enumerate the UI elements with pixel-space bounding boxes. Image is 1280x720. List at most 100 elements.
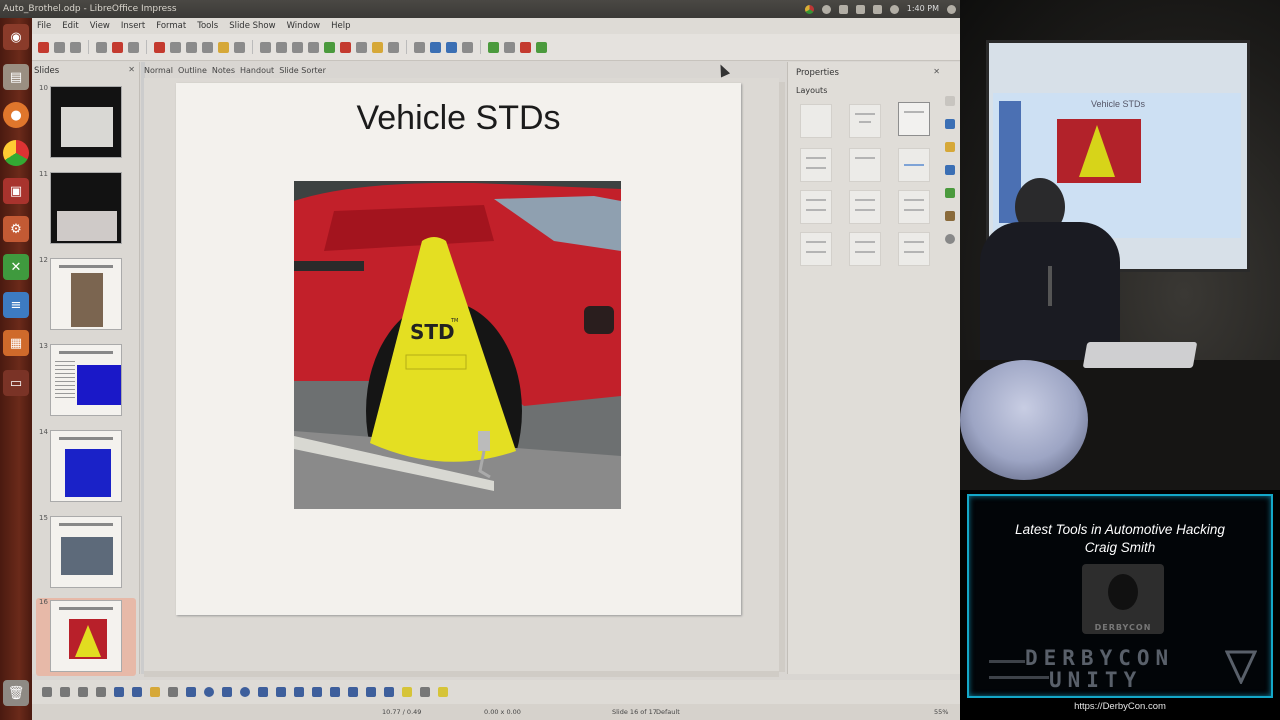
- select-icon[interactable]: [42, 687, 52, 697]
- gallery-icon[interactable]: [945, 165, 955, 175]
- menu-tools[interactable]: Tools: [197, 21, 218, 31]
- connector-icon[interactable]: [168, 687, 178, 697]
- vertical-scrollbar[interactable]: [779, 82, 785, 672]
- cut-icon[interactable]: [154, 41, 165, 53]
- tab-notes[interactable]: Notes: [212, 66, 235, 75]
- layout-centered-text[interactable]: [898, 148, 930, 182]
- block-arrows-icon[interactable]: [258, 687, 268, 697]
- stars-icon[interactable]: [312, 687, 322, 697]
- close-icon[interactable]: ✕: [128, 65, 135, 74]
- trash-icon[interactable]: 🗑: [3, 680, 29, 706]
- horizontal-scrollbar[interactable]: [144, 671, 779, 677]
- layout-title-only[interactable]: [849, 148, 881, 182]
- menu-view[interactable]: View: [90, 21, 110, 31]
- close-icon[interactable]: ✕: [933, 67, 940, 76]
- paste-icon[interactable]: [186, 41, 197, 53]
- rotate-icon[interactable]: [348, 687, 358, 697]
- new-icon[interactable]: [38, 41, 49, 53]
- properties-deck-icon[interactable]: [945, 96, 955, 106]
- redo-icon[interactable]: [234, 41, 245, 53]
- align-icon[interactable]: [366, 687, 376, 697]
- calc-icon[interactable]: ✕: [3, 254, 29, 280]
- table-icon[interactable]: [388, 41, 399, 53]
- menu-file[interactable]: File: [37, 21, 51, 31]
- fontwork-icon[interactable]: [372, 41, 383, 53]
- tab-normal[interactable]: Normal: [144, 66, 173, 75]
- slide-show-icon[interactable]: [430, 41, 441, 53]
- layout-vertical[interactable]: [898, 232, 930, 266]
- files-icon[interactable]: ▤: [3, 64, 29, 90]
- line-icon[interactable]: [114, 687, 124, 697]
- layout-six-content[interactable]: [849, 232, 881, 266]
- sync-icon[interactable]: [821, 4, 831, 14]
- layout-blank[interactable]: [800, 104, 832, 138]
- save-icon[interactable]: [70, 41, 81, 53]
- mail-icon[interactable]: [855, 4, 865, 14]
- workspace-icon[interactable]: ▭: [3, 370, 29, 396]
- current-slide[interactable]: Vehicle STDs STD TM: [176, 83, 741, 615]
- tab-slide-sorter[interactable]: Slide Sorter: [279, 66, 326, 75]
- layout-title-centered[interactable]: [800, 148, 832, 182]
- terminal-icon[interactable]: ▣: [3, 178, 29, 204]
- callouts-icon[interactable]: [294, 687, 304, 697]
- ellipse-icon[interactable]: [204, 687, 214, 697]
- layout-content-2[interactable]: [898, 190, 930, 224]
- clock[interactable]: 1:40 PM: [907, 0, 939, 18]
- duplicate-slide-icon[interactable]: [504, 41, 515, 53]
- basic-shapes-icon[interactable]: [222, 687, 232, 697]
- symbol-shapes-icon[interactable]: [240, 687, 250, 697]
- undo-icon[interactable]: [218, 41, 229, 53]
- glue-icon[interactable]: [438, 687, 448, 697]
- layout-icon[interactable]: [462, 41, 473, 53]
- navigator-icon[interactable]: [945, 188, 955, 198]
- export-pdf-icon[interactable]: [112, 41, 123, 53]
- shadow-icon[interactable]: [402, 687, 412, 697]
- conference-url[interactable]: https://DerbyCon.com: [960, 701, 1280, 712]
- menu-insert[interactable]: Insert: [121, 21, 145, 31]
- slide-thumbnail-13[interactable]: 13: [36, 342, 136, 420]
- firefox-icon[interactable]: ●: [3, 102, 29, 128]
- tab-handout[interactable]: Handout: [240, 66, 274, 75]
- slide-photo[interactable]: STD TM: [294, 181, 621, 509]
- menu-format[interactable]: Format: [156, 21, 186, 31]
- arrow-icon[interactable]: [132, 687, 142, 697]
- menu-help[interactable]: Help: [331, 21, 350, 31]
- layout-title-slide[interactable]: [849, 104, 881, 138]
- rectangle-icon[interactable]: [186, 687, 196, 697]
- settings-icon[interactable]: ⚙: [3, 216, 29, 242]
- layout-four-content[interactable]: [800, 232, 832, 266]
- textbox-icon[interactable]: [356, 41, 367, 53]
- points-icon[interactable]: [420, 687, 430, 697]
- dash-icon[interactable]: ◉: [3, 24, 29, 50]
- fill-color-icon[interactable]: [96, 687, 106, 697]
- grid-icon[interactable]: [292, 41, 303, 53]
- slide-layout-icon[interactable]: [536, 41, 547, 53]
- keyboard-icon[interactable]: [872, 4, 882, 14]
- media-icon[interactable]: [340, 41, 351, 53]
- print-icon[interactable]: [128, 41, 139, 53]
- zoom-level[interactable]: 55%: [934, 708, 948, 716]
- curve-icon[interactable]: [150, 687, 160, 697]
- slide-title[interactable]: Vehicle STDs: [176, 99, 741, 138]
- menu-edit[interactable]: Edit: [62, 21, 78, 31]
- line-color-icon[interactable]: [78, 687, 88, 697]
- layout-title-content[interactable]: [898, 102, 930, 136]
- 3d-objects-icon[interactable]: [330, 687, 340, 697]
- layout-title-2-content[interactable]: [849, 190, 881, 224]
- writer-icon[interactable]: ≡: [3, 292, 29, 318]
- spelling-icon[interactable]: [276, 41, 287, 53]
- clone-icon[interactable]: [202, 41, 213, 53]
- new-slide-icon[interactable]: [488, 41, 499, 53]
- slide-thumbnail-11[interactable]: 11: [36, 170, 136, 248]
- layout-two-content[interactable]: [800, 190, 832, 224]
- slide-thumbnail-15[interactable]: 15: [36, 514, 136, 592]
- slide-thumbnail-10[interactable]: 10: [36, 84, 136, 162]
- copy-icon[interactable]: [170, 41, 181, 53]
- menu-window[interactable]: Window: [287, 21, 321, 31]
- animation-icon[interactable]: [945, 234, 955, 244]
- edit-doc-icon[interactable]: [96, 41, 107, 53]
- menu-slideshow[interactable]: Slide Show: [229, 21, 275, 31]
- image-icon[interactable]: [308, 41, 319, 53]
- arrange-icon[interactable]: [384, 687, 394, 697]
- tab-outline[interactable]: Outline: [178, 66, 207, 75]
